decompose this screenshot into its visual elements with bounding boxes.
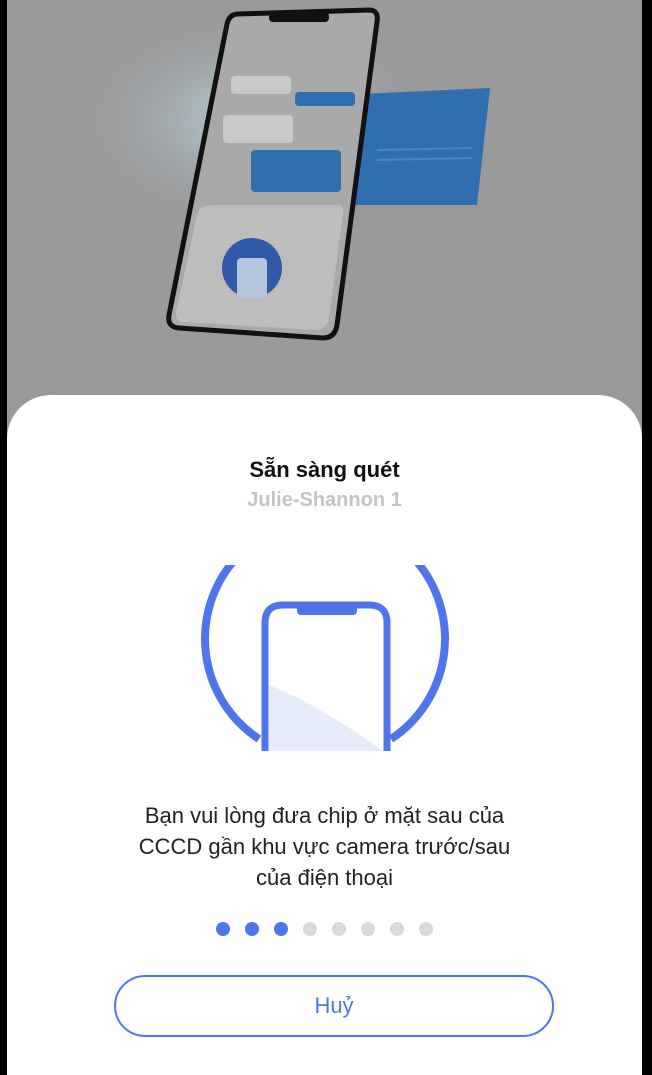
cancel-button-label: Huỷ (314, 993, 354, 1018)
sheet-subtitle: Julie-Shannon 1 (247, 489, 402, 511)
instruction-line: Bạn vui lòng đưa chip ở mặt sau của (144, 803, 505, 828)
progress-dot (332, 922, 346, 936)
progress-dot-active (245, 922, 259, 936)
progress-dot (361, 922, 375, 936)
cancel-button[interactable]: Huỷ (114, 975, 554, 1037)
scan-bottom-sheet: Sẵn sàng quét Julie-Shannon 1 Bạn vui lò… (7, 395, 642, 1075)
progress-dot (390, 922, 404, 936)
scan-instruction: Bạn vui lòng đưa chip ở mặt sau của CCCD… (107, 800, 542, 893)
instruction-line: của điện thoại (256, 865, 393, 890)
progress-dots (7, 922, 642, 936)
progress-dot (419, 922, 433, 936)
progress-dot (303, 922, 317, 936)
instruction-line: CCCD gần khu vực camera trước/sau (138, 834, 511, 859)
sheet-title: Sẵn sàng quét (249, 457, 400, 482)
nfc-illustration (72, 7, 490, 341)
progress-dot-active (216, 922, 230, 936)
phone-scan-icon (201, 565, 449, 751)
progress-dot-active (274, 922, 288, 936)
